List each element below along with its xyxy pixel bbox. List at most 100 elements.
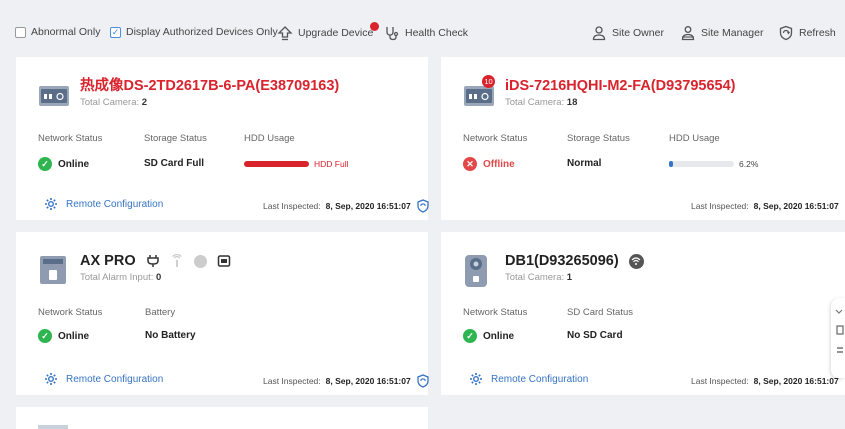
health-check-button[interactable]: Health Check: [384, 25, 468, 41]
device-subtitle: Total Camera: 1: [505, 272, 644, 283]
status-circle-icon: [193, 254, 207, 268]
device-name-row: AX PRO: [80, 252, 231, 270]
doorbell-device-icon: [463, 254, 493, 287]
abnormal-only-label: Abnormal Only: [31, 26, 101, 38]
network-status-value: ✓ Online: [38, 157, 89, 171]
refresh-label: Refresh: [799, 27, 836, 39]
upgrade-device-label-wrap: Upgrade Device: [298, 22, 380, 39]
hdd-usage-bar: [669, 161, 734, 167]
site-owner-button[interactable]: Site Owner: [591, 25, 664, 41]
display-authorized-label: Display Authorized Devices Only: [126, 26, 278, 38]
partial-device-icon: [38, 425, 68, 429]
device-card[interactable]: 10 iDS-7216HQHI-M2-FA(D93795654) Total C…: [441, 57, 845, 220]
device-card[interactable]: 热成像DS-2TD2617B-6-PA(E38709163) Total Cam…: [16, 57, 430, 220]
hdd-usage-bar-fill: [244, 161, 309, 167]
error-circle-icon: ✕: [463, 157, 477, 171]
hdd-usage-label: HDD Usage: [669, 133, 720, 144]
device-name[interactable]: DB1(D93265096): [505, 252, 619, 270]
last-inspected-label: Last Inspected:: [691, 201, 749, 211]
stethoscope-icon: [384, 25, 400, 41]
card-header: 10 iDS-7216HQHI-M2-FA(D93795654) Total C…: [463, 75, 735, 113]
check-circle-icon: ✓: [38, 329, 52, 343]
sd-card-status-value: No SD Card: [567, 330, 623, 341]
network-status-value: ✓ Online: [38, 329, 89, 343]
wifi-icon: [628, 253, 644, 269]
device-card[interactable]: AX PRO Total Alarm Input: 0 Network Stat…: [16, 232, 430, 395]
total-alarm-input-value: 0: [156, 272, 162, 283]
network-status-value: ✕ Offline: [463, 157, 515, 171]
refresh-button[interactable]: Refresh: [778, 25, 836, 41]
offline-text: Offline: [483, 158, 515, 170]
site-manager-button[interactable]: Site Manager: [680, 25, 763, 41]
manager-icon: [680, 25, 696, 41]
hdd-usage-bar: [244, 161, 309, 167]
last-inspected-value: 8, Sep, 2020 16:51:07: [325, 201, 411, 211]
device-name-row: DB1(D93265096): [505, 252, 644, 270]
last-inspected: Last Inspected: 8, Sep, 2020 16:51:07: [263, 199, 430, 213]
checkbox-checked-icon[interactable]: ✓: [110, 26, 121, 38]
remote-configuration-label: Remote Configuration: [66, 198, 164, 210]
hdd-usage-text: 6.2%: [739, 159, 759, 169]
device-card[interactable]: DB1(D93265096) Total Camera: 1 Network S…: [441, 232, 845, 395]
storage-status-value: Normal: [567, 158, 602, 169]
site-owner-label: Site Owner: [612, 27, 664, 39]
inspect-shield-icon[interactable]: [416, 199, 430, 213]
upgrade-device-button[interactable]: Upgrade Device: [277, 22, 380, 41]
refresh-shield-icon: [778, 25, 794, 41]
total-camera-label: Total Camera:: [505, 272, 565, 283]
total-alarm-input-label: Total Alarm Input:: [80, 272, 154, 283]
alarm-badge: 10: [482, 75, 495, 88]
total-camera-label: Total Camera:: [80, 97, 140, 108]
storage-status-label: Storage Status: [144, 133, 207, 144]
battery-value: No Battery: [145, 330, 196, 341]
display-authorized-checkbox[interactable]: ✓ Display Authorized Devices Only: [110, 26, 278, 38]
last-inspected-label: Last Inspected:: [263, 201, 321, 211]
last-inspected-value: 8, Sep, 2020 16:51:07: [753, 376, 839, 386]
device-card-partial[interactable]: [16, 407, 428, 429]
alarm-panel-icon: [38, 254, 68, 284]
last-inspected: Last Inspected: 8, Sep, 2020 16:51:07: [691, 374, 845, 388]
abnormal-only-checkbox[interactable]: Abnormal Only: [15, 26, 100, 38]
last-inspected: Last Inspected: 8, Sep, 2020 16:51:07: [691, 199, 845, 213]
online-text: Online: [58, 330, 90, 342]
storage-status-label: Storage Status: [567, 133, 630, 144]
signal-icon: [171, 254, 182, 267]
last-inspected-value: 8, Sep, 2020 16:51:07: [325, 376, 411, 386]
gear-icon: [470, 373, 482, 385]
remote-configuration-link[interactable]: Remote Configuration: [44, 372, 163, 386]
last-inspected: Last Inspected: 8, Sep, 2020 16:51:07: [263, 374, 430, 388]
remote-configuration-label: Remote Configuration: [66, 373, 164, 385]
upgrade-alert-dot: [370, 22, 380, 31]
upgrade-icon: [277, 25, 293, 41]
device-subtitle: Total Camera: 18: [505, 97, 735, 108]
remote-configuration-link[interactable]: Remote Configuration: [469, 372, 588, 386]
side-tab-icons: [835, 309, 844, 353]
device-subtitle: Total Alarm Input: 0: [80, 272, 231, 283]
last-inspected-label: Last Inspected:: [691, 376, 749, 386]
card-header: DB1(D93265096) Total Camera: 1: [463, 252, 644, 287]
card-header: 热成像DS-2TD2617B-6-PA(E38709163) Total Cam…: [38, 77, 339, 113]
device-name[interactable]: iDS-7216HQHI-M2-FA(D93795654): [505, 77, 735, 95]
total-camera-value: 1: [566, 272, 573, 283]
total-camera-value: 18: [566, 97, 578, 108]
device-subtitle: Total Camera: 2: [80, 97, 339, 108]
last-inspected-label: Last Inspected:: [263, 376, 321, 386]
card-header: AX PRO Total Alarm Input: 0: [38, 252, 231, 284]
gear-icon: [45, 373, 57, 385]
health-check-label: Health Check: [405, 27, 469, 39]
inspect-shield-icon[interactable]: [416, 374, 430, 388]
hdd-usage-bar-fill: [669, 161, 674, 167]
sd-card-status-label: SD Card Status: [567, 307, 633, 318]
toolbar: Abnormal Only ✓ Display Authorized Devic…: [0, 0, 845, 56]
network-status-label: Network Status: [38, 307, 103, 318]
total-camera-label: Total Camera:: [505, 97, 565, 108]
power-plug-icon: [146, 255, 159, 267]
site-manager-label: Site Manager: [701, 27, 764, 39]
remote-configuration-link[interactable]: Remote Configuration: [44, 197, 163, 211]
checkbox-unchecked-icon[interactable]: [15, 26, 26, 38]
online-text: Online: [483, 330, 515, 342]
side-toolbox-tab[interactable]: [831, 298, 845, 378]
device-name[interactable]: 热成像DS-2TD2617B-6-PA(E38709163): [80, 77, 339, 95]
device-name[interactable]: AX PRO: [80, 252, 136, 270]
sim-card-icon: [217, 255, 230, 267]
